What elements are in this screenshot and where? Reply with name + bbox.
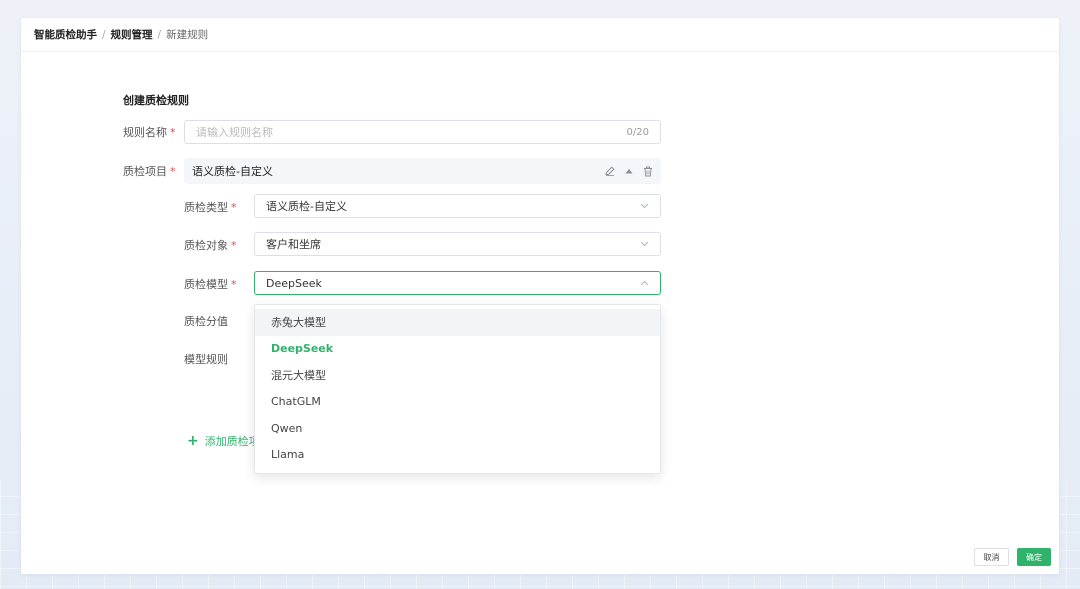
dropdown-option[interactable]: Qwen <box>255 415 660 442</box>
qc-type-label-text: 质检类型 <box>184 201 228 214</box>
breadcrumb: 智能质检助手 / 规则管理 / 新建规则 <box>21 18 1059 52</box>
qc-target-label: 质检对象 * <box>184 237 237 253</box>
qc-target-select[interactable]: 客户和坐席 <box>254 232 661 256</box>
qc-score-label-text: 质检分值 <box>184 315 228 328</box>
qc-type-label: 质检类型 * <box>184 199 237 215</box>
cancel-button[interactable]: 取消 <box>974 548 1009 566</box>
model-rule-label: 模型规则 <box>184 351 228 367</box>
required-mark: * <box>231 239 237 252</box>
qc-type-select[interactable]: 语义质检-自定义 <box>254 194 661 218</box>
required-mark: * <box>170 126 176 139</box>
qc-target-value: 客户和坐席 <box>266 238 321 251</box>
rule-name-input[interactable]: 请输入规则名称 0/20 <box>184 120 661 144</box>
required-mark: * <box>170 165 176 178</box>
dropdown-option[interactable]: ChatGLM <box>255 389 660 416</box>
dropdown-option[interactable]: DeepSeek <box>255 336 660 363</box>
qc-target-label-text: 质检对象 <box>184 239 228 252</box>
confirm-button[interactable]: 确定 <box>1017 548 1051 566</box>
rule-name-label-text: 规则名称 <box>123 126 167 139</box>
rule-name-placeholder: 请输入规则名称 <box>196 126 273 139</box>
qc-item-label: 质检项目 * <box>123 163 176 179</box>
edit-icon[interactable] <box>605 165 615 177</box>
add-qc-item-link[interactable]: + 添加质检项 <box>187 433 260 449</box>
qc-score-label: 质检分值 <box>184 313 228 329</box>
qc-type-value: 语义质检-自定义 <box>266 200 347 213</box>
qc-item-header: 语义质检-自定义 <box>184 158 661 184</box>
breadcrumb-current: 新建规则 <box>166 29 209 41</box>
qc-model-select[interactable]: DeepSeek <box>254 271 661 295</box>
dropdown-option[interactable]: 混元大模型 <box>255 362 660 389</box>
qc-item-label-text: 质检项目 <box>123 165 167 178</box>
rule-name-char-count: 0/20 <box>626 126 649 138</box>
main-panel: 智能质检助手 / 规则管理 / 新建规则 创建质检规则 规则名称 * 请输入规则名… <box>21 18 1059 574</box>
qc-model-label-text: 质检模型 <box>184 278 228 291</box>
qc-item-title: 语义质检-自定义 <box>192 165 273 178</box>
breadcrumb-root[interactable]: 智能质检助手 <box>34 27 97 42</box>
model-dropdown: 赤兔大模型 DeepSeek 混元大模型 ChatGLM Qwen Llama <box>254 304 661 474</box>
chevron-down-icon <box>639 201 649 211</box>
breadcrumb-separator: / <box>157 28 162 41</box>
qc-model-label: 质检模型 * <box>184 276 237 292</box>
dropdown-option[interactable]: Llama <box>255 442 660 469</box>
qc-model-value: DeepSeek <box>266 276 322 290</box>
form-title: 创建质检规则 <box>123 94 189 107</box>
rule-name-label: 规则名称 * <box>123 124 176 140</box>
caret-up-icon[interactable] <box>624 165 634 177</box>
plus-icon: + <box>187 433 199 449</box>
add-qc-item-text: 添加质检项 <box>204 435 260 448</box>
required-mark: * <box>231 201 237 214</box>
trash-icon[interactable] <box>643 165 653 177</box>
chevron-up-icon <box>639 278 649 288</box>
model-rule-label-text: 模型规则 <box>184 353 228 366</box>
breadcrumb-separator: / <box>102 28 106 41</box>
dropdown-option[interactable]: 赤兔大模型 <box>255 309 660 336</box>
chevron-down-icon <box>639 239 649 249</box>
breadcrumb-parent[interactable]: 规则管理 <box>111 27 153 42</box>
required-mark: * <box>231 278 237 291</box>
